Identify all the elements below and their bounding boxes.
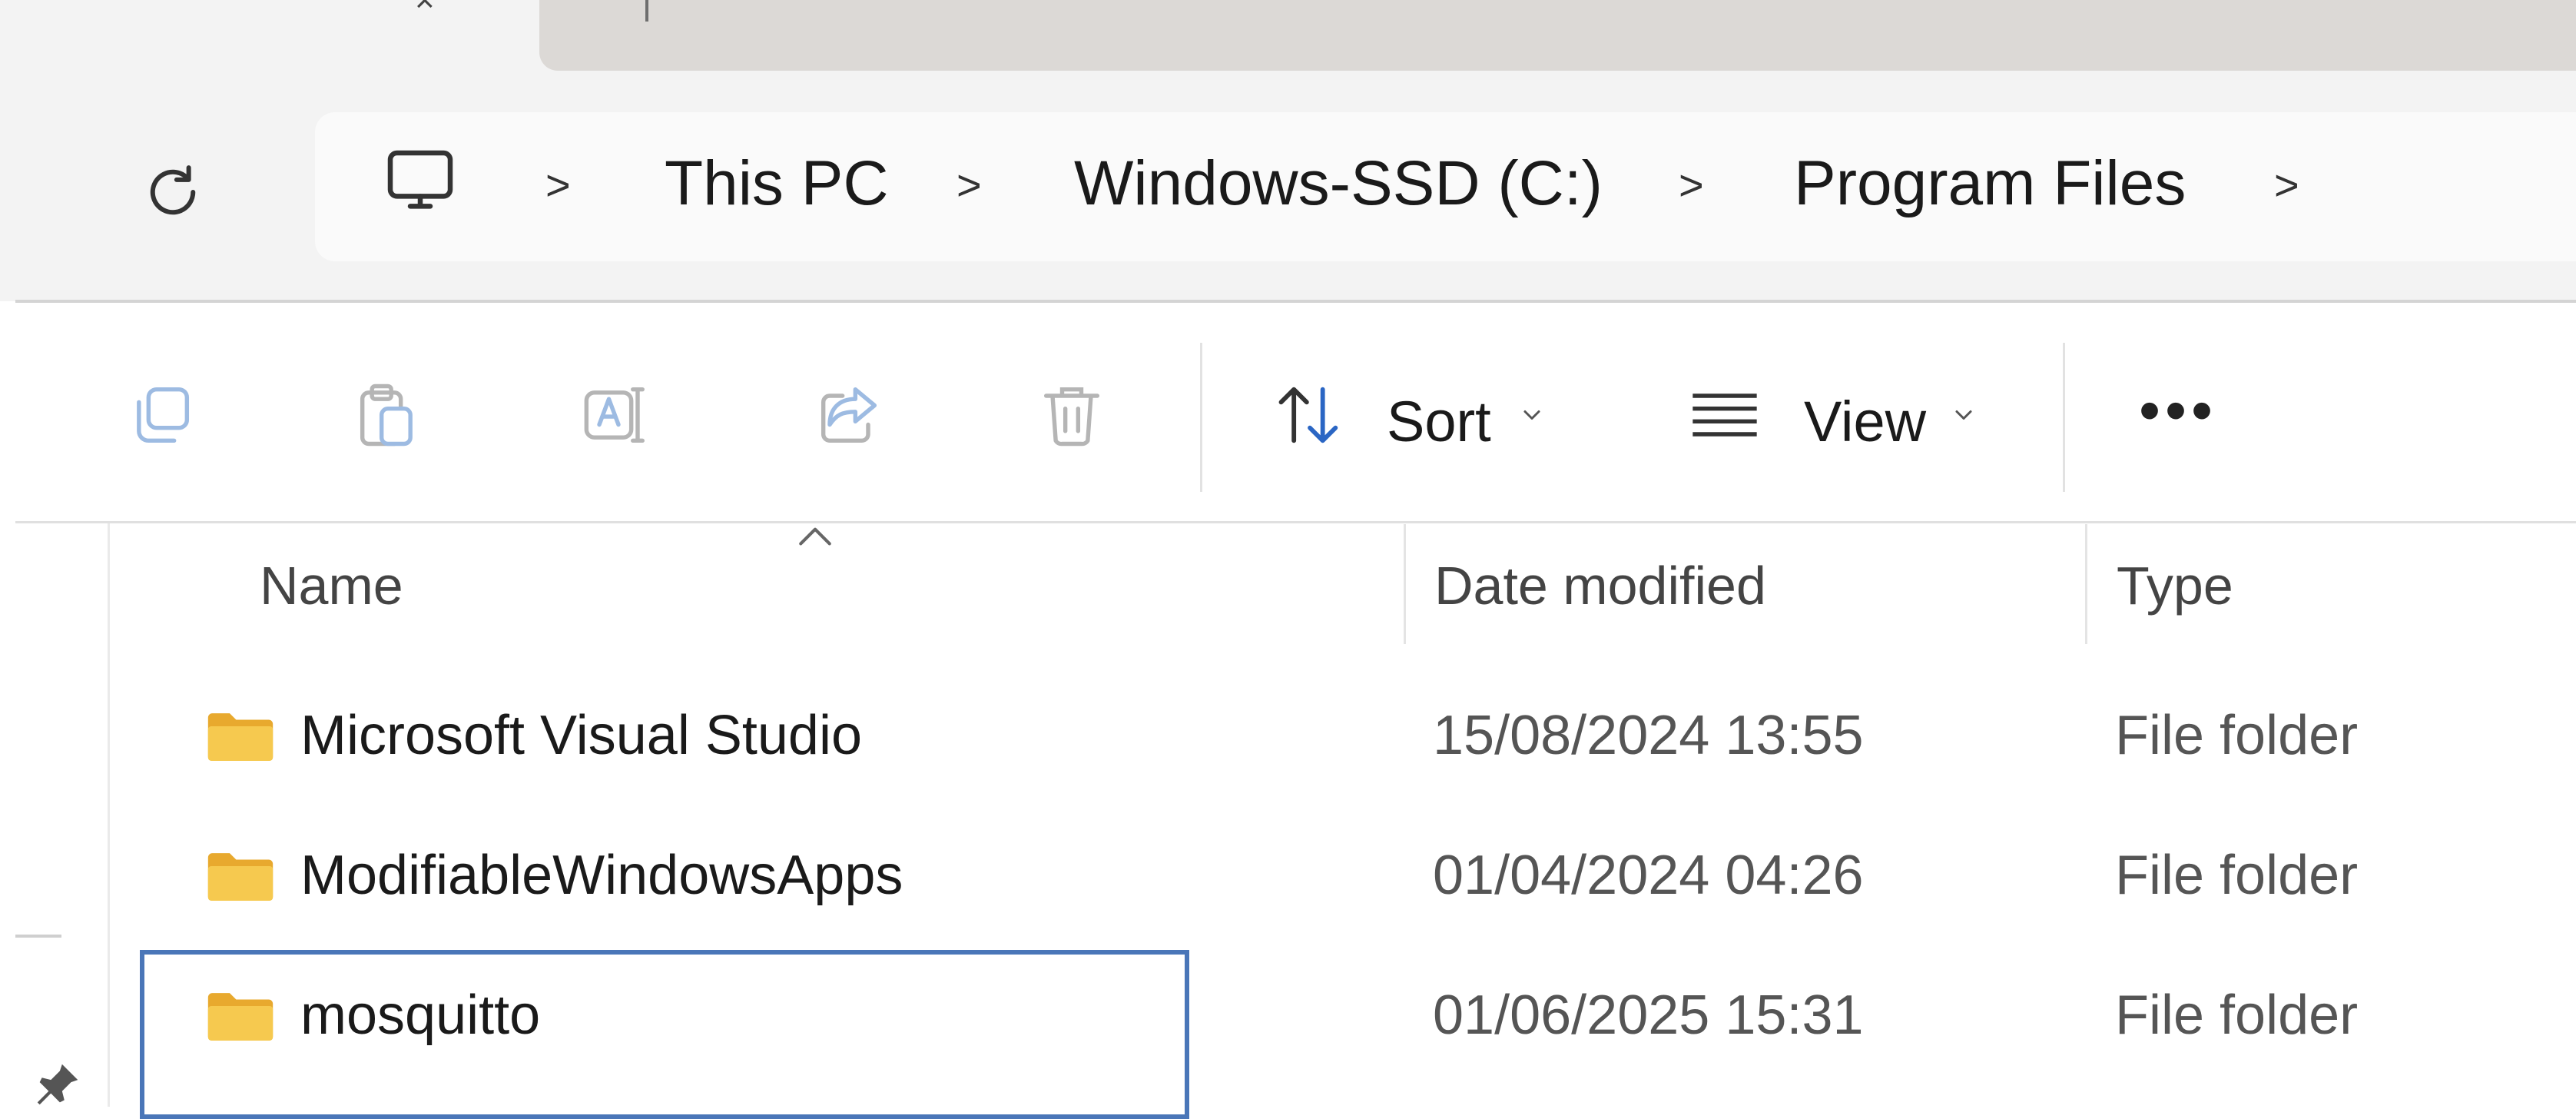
this-pc-icon[interactable] (380, 143, 460, 223)
paste-icon[interactable] (350, 377, 426, 453)
file-row[interactable]: Microsoft Visual Studio 15/08/2024 13:55… (110, 666, 2576, 804)
file-date-modified: 01/06/2025 15:31 (1433, 985, 1864, 1046)
command-divider (2063, 343, 2065, 492)
column-divider[interactable] (1404, 524, 1406, 644)
tab-close-icon[interactable]: × (415, 0, 435, 20)
breadcrumb-chevron-icon[interactable]: > (2274, 160, 2299, 210)
pin-icon[interactable] (31, 1058, 85, 1111)
chevron-down-icon[interactable] (1950, 401, 1978, 429)
breadcrumb-this-pc[interactable]: This PC (665, 148, 889, 220)
sort-icon[interactable] (1271, 377, 1348, 453)
column-header-type[interactable]: Type (2117, 555, 2233, 616)
column-header-date-modified[interactable]: Date modified (1434, 555, 1766, 616)
tab-current[interactable]: × (0, 0, 538, 75)
view-button[interactable]: View (1804, 389, 1926, 454)
divider (15, 521, 2576, 523)
navigation-pane (0, 523, 108, 1107)
breadcrumb-windows-ssd[interactable]: Windows-SSD (C:) (1074, 148, 1603, 220)
sort-ascending-icon (799, 527, 831, 546)
navigation-pane-divider (15, 935, 61, 938)
sort-button[interactable]: Sort (1387, 389, 1491, 454)
chevron-down-icon[interactable] (1518, 401, 1546, 429)
file-type: File folder (2115, 705, 2359, 766)
share-icon[interactable] (811, 377, 887, 453)
file-type: File folder (2115, 985, 2359, 1046)
breadcrumb-chevron-icon[interactable]: > (1679, 160, 1704, 210)
tab-strip-background (539, 0, 2576, 71)
copy-icon[interactable] (123, 377, 200, 453)
file-date-modified: 01/04/2024 04:26 (1433, 845, 1864, 906)
more-options-button[interactable]: ••• (2139, 375, 2217, 446)
file-date-modified: 15/08/2024 13:55 (1433, 705, 1864, 766)
file-row[interactable]: ModifiableWindowsApps 01/04/2024 04:26 F… (110, 805, 2576, 944)
refresh-icon[interactable] (138, 158, 207, 227)
file-type: File folder (2115, 845, 2359, 906)
folder-icon (207, 713, 274, 761)
file-name[interactable]: ModifiableWindowsApps (300, 844, 903, 907)
breadcrumb-program-files[interactable]: Program Files (1794, 148, 2186, 220)
focus-rectangle (140, 950, 1189, 1119)
tab-divider (645, 0, 648, 22)
command-divider (1200, 343, 1202, 492)
breadcrumb-chevron-icon[interactable]: > (545, 160, 571, 210)
rename-icon[interactable] (580, 377, 657, 453)
column-header-name[interactable]: Name (260, 555, 403, 616)
tab-strip: × (0, 0, 2576, 75)
folder-icon (207, 853, 274, 901)
delete-icon[interactable] (1033, 377, 1110, 453)
column-divider[interactable] (2085, 524, 2087, 644)
file-name[interactable]: Microsoft Visual Studio (300, 704, 862, 767)
view-icon[interactable] (1686, 377, 1763, 453)
breadcrumb-chevron-icon[interactable]: > (956, 160, 982, 210)
